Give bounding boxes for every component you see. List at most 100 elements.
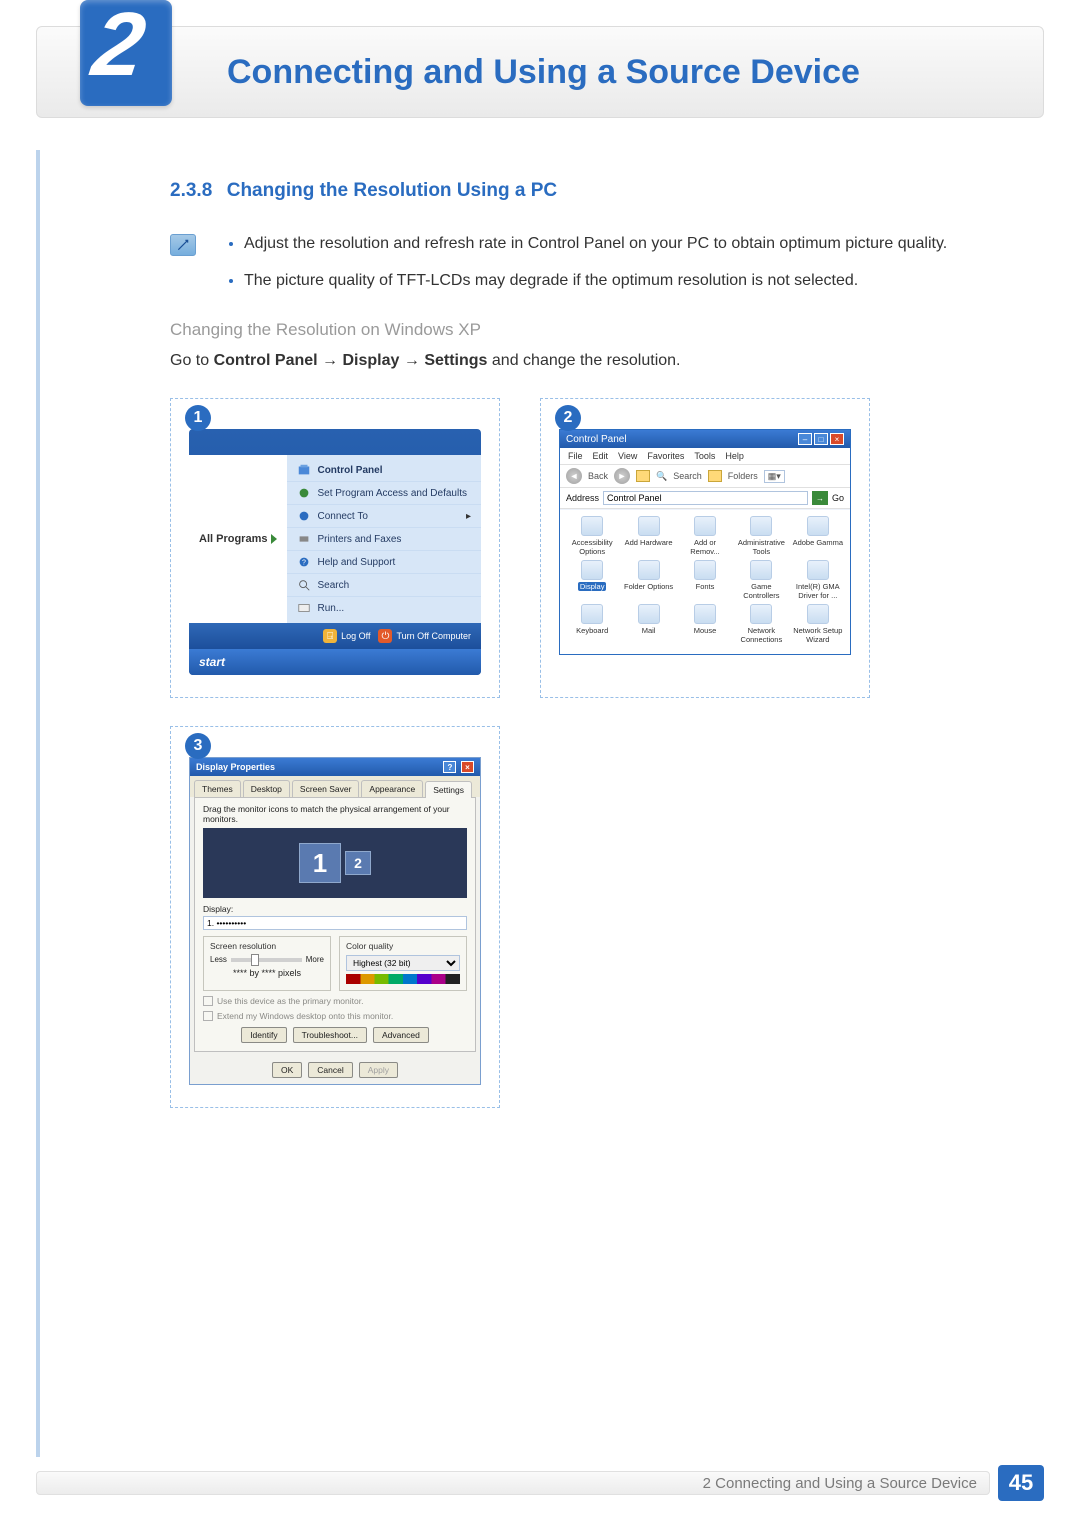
more-label: More	[306, 955, 324, 964]
menu-item-printers[interactable]: Printers and Faxes	[287, 528, 481, 551]
app-icon	[581, 604, 603, 624]
color-quality-group: Color quality Highest (32 bit)	[339, 936, 467, 991]
cp-item-administrative-tools[interactable]: Administrative Tools	[735, 516, 787, 556]
section-heading: 2.3.8 Changing the Resolution Using a PC	[170, 180, 960, 202]
address-input[interactable]	[603, 491, 808, 505]
checkbox-icon	[203, 996, 213, 1006]
cp-item-accessibility-options[interactable]: Accessibility Options	[566, 516, 618, 556]
folders-icon[interactable]	[708, 470, 722, 482]
up-folder-icon[interactable]	[636, 470, 650, 482]
note-bullets: Adjust the resolution and refresh rate i…	[224, 232, 947, 306]
cp-item-game-controllers[interactable]: Game Controllers	[735, 560, 787, 600]
app-icon	[694, 560, 716, 580]
cp-item-add-hardware[interactable]: Add Hardware	[622, 516, 674, 556]
cancel-button[interactable]: Cancel	[308, 1062, 352, 1078]
logoff-icon: ⍈	[323, 629, 337, 643]
resolution-slider[interactable]: Less More	[210, 955, 324, 964]
menu-label: Search	[317, 580, 349, 591]
menu-label: Control Panel	[317, 465, 382, 476]
chevron-right-icon	[271, 534, 277, 544]
close-button[interactable]: ×	[830, 433, 844, 445]
menu-file[interactable]: File	[568, 451, 583, 461]
views-icon[interactable]: ▦▾	[764, 470, 785, 483]
cp-item-fonts[interactable]: Fonts	[679, 560, 731, 600]
path-bold2: Display	[343, 352, 400, 369]
ok-button[interactable]: OK	[272, 1062, 302, 1078]
minimize-button[interactable]: –	[798, 433, 812, 445]
menu-help[interactable]: Help	[725, 451, 744, 461]
cp-item-keyboard[interactable]: Keyboard	[566, 604, 618, 644]
start-menu-bottom: ⍈ Log Off ⏻ Turn Off Computer	[189, 623, 481, 649]
app-icon	[750, 516, 772, 536]
menu-item-set-program-access[interactable]: Set Program Access and Defaults	[287, 482, 481, 505]
cp-item-intel-r-gma-driver-for-[interactable]: Intel(R) GMA Driver for ...	[792, 560, 844, 600]
app-label: Folder Options	[624, 582, 673, 591]
cp-item-adobe-gamma[interactable]: Adobe Gamma	[792, 516, 844, 556]
back-button[interactable]: ◄	[566, 468, 582, 484]
menu-edit[interactable]: Edit	[593, 451, 609, 461]
content: 2.3.8 Changing the Resolution Using a PC…	[170, 180, 960, 1108]
turnoff-button[interactable]: ⏻ Turn Off Computer	[378, 629, 471, 643]
go-button[interactable]: →	[812, 491, 828, 505]
menu-item-connect-to[interactable]: Connect To ▸	[287, 505, 481, 528]
menu-label: Run...	[317, 603, 344, 614]
step-badge-2: 2	[555, 405, 581, 431]
color-quality-select[interactable]: Highest (32 bit)	[346, 955, 460, 971]
slider-thumb[interactable]	[251, 954, 259, 966]
path-bold1: Control Panel	[214, 352, 318, 369]
cards-row-1: 1 All Programs Control Panel	[170, 398, 960, 698]
resolution-text: **** by **** pixels	[210, 968, 324, 978]
cp-item-network-setup-wizard[interactable]: Network Setup Wizard	[792, 604, 844, 644]
card-start-menu: 1 All Programs Control Panel	[170, 398, 500, 698]
tab-screen-saver[interactable]: Screen Saver	[292, 780, 360, 797]
menu-favorites[interactable]: Favorites	[647, 451, 684, 461]
app-icon	[807, 604, 829, 624]
search-icon[interactable]: 🔍	[656, 471, 667, 482]
tab-appearance[interactable]: Appearance	[361, 780, 423, 797]
menu-item-search[interactable]: Search	[287, 574, 481, 597]
help-button[interactable]: ?	[443, 761, 456, 773]
menu-item-help[interactable]: ? Help and Support	[287, 551, 481, 574]
apply-button[interactable]: Apply	[359, 1062, 398, 1078]
app-icon	[694, 604, 716, 624]
close-button[interactable]: ×	[461, 761, 474, 773]
display-properties-dialog: Display Properties ? × ThemesDesktopScre…	[189, 757, 481, 1085]
app-icon	[638, 516, 660, 536]
toolbar: ◄ Back ► 🔍 Search Folders ▦▾	[560, 465, 850, 488]
cp-item-mouse[interactable]: Mouse	[679, 604, 731, 644]
cp-item-display[interactable]: Display	[566, 560, 618, 600]
app-label: Intel(R) GMA Driver for ...	[796, 582, 840, 600]
forward-button[interactable]: ►	[614, 468, 630, 484]
app-icon	[807, 516, 829, 536]
monitor-1[interactable]: 1	[299, 843, 341, 883]
display-select[interactable]	[203, 916, 467, 930]
subheading: Changing the Resolution on Windows XP	[170, 320, 960, 340]
chk1-label: Use this device as the primary monitor.	[217, 996, 363, 1006]
cp-item-folder-options[interactable]: Folder Options	[622, 560, 674, 600]
monitor-arrangement[interactable]: 1 2	[203, 828, 467, 898]
menu-view[interactable]: View	[618, 451, 637, 461]
cp-item-add-or-remov-[interactable]: Add or Remov...	[679, 516, 731, 556]
maximize-button[interactable]: □	[814, 433, 828, 445]
identify-button[interactable]: Identify	[241, 1027, 286, 1043]
menu-tools[interactable]: Tools	[694, 451, 715, 461]
bullet-item: The picture quality of TFT-LCDs may degr…	[244, 269, 947, 292]
tab-settings[interactable]: Settings	[425, 781, 472, 798]
troubleshoot-button[interactable]: Troubleshoot...	[293, 1027, 367, 1043]
app-label: Display	[578, 582, 607, 591]
monitor-2[interactable]: 2	[345, 851, 371, 875]
power-icon: ⏻	[378, 629, 392, 643]
cp-item-mail[interactable]: Mail	[622, 604, 674, 644]
tab-desktop[interactable]: Desktop	[243, 780, 290, 797]
all-programs[interactable]: All Programs	[189, 455, 287, 623]
bullet-item: Adjust the resolution and refresh rate i…	[244, 232, 947, 255]
taskbar-start-button[interactable]: start	[189, 649, 481, 675]
app-icon	[638, 560, 660, 580]
control-panel-icons: Accessibility OptionsAdd HardwareAdd or …	[560, 509, 850, 654]
advanced-button[interactable]: Advanced	[373, 1027, 429, 1043]
menu-item-control-panel[interactable]: Control Panel	[287, 459, 481, 482]
menu-item-run[interactable]: Run...	[287, 597, 481, 619]
cp-item-network-connections[interactable]: Network Connections	[735, 604, 787, 644]
logoff-button[interactable]: ⍈ Log Off	[323, 629, 370, 643]
tab-themes[interactable]: Themes	[194, 780, 241, 797]
